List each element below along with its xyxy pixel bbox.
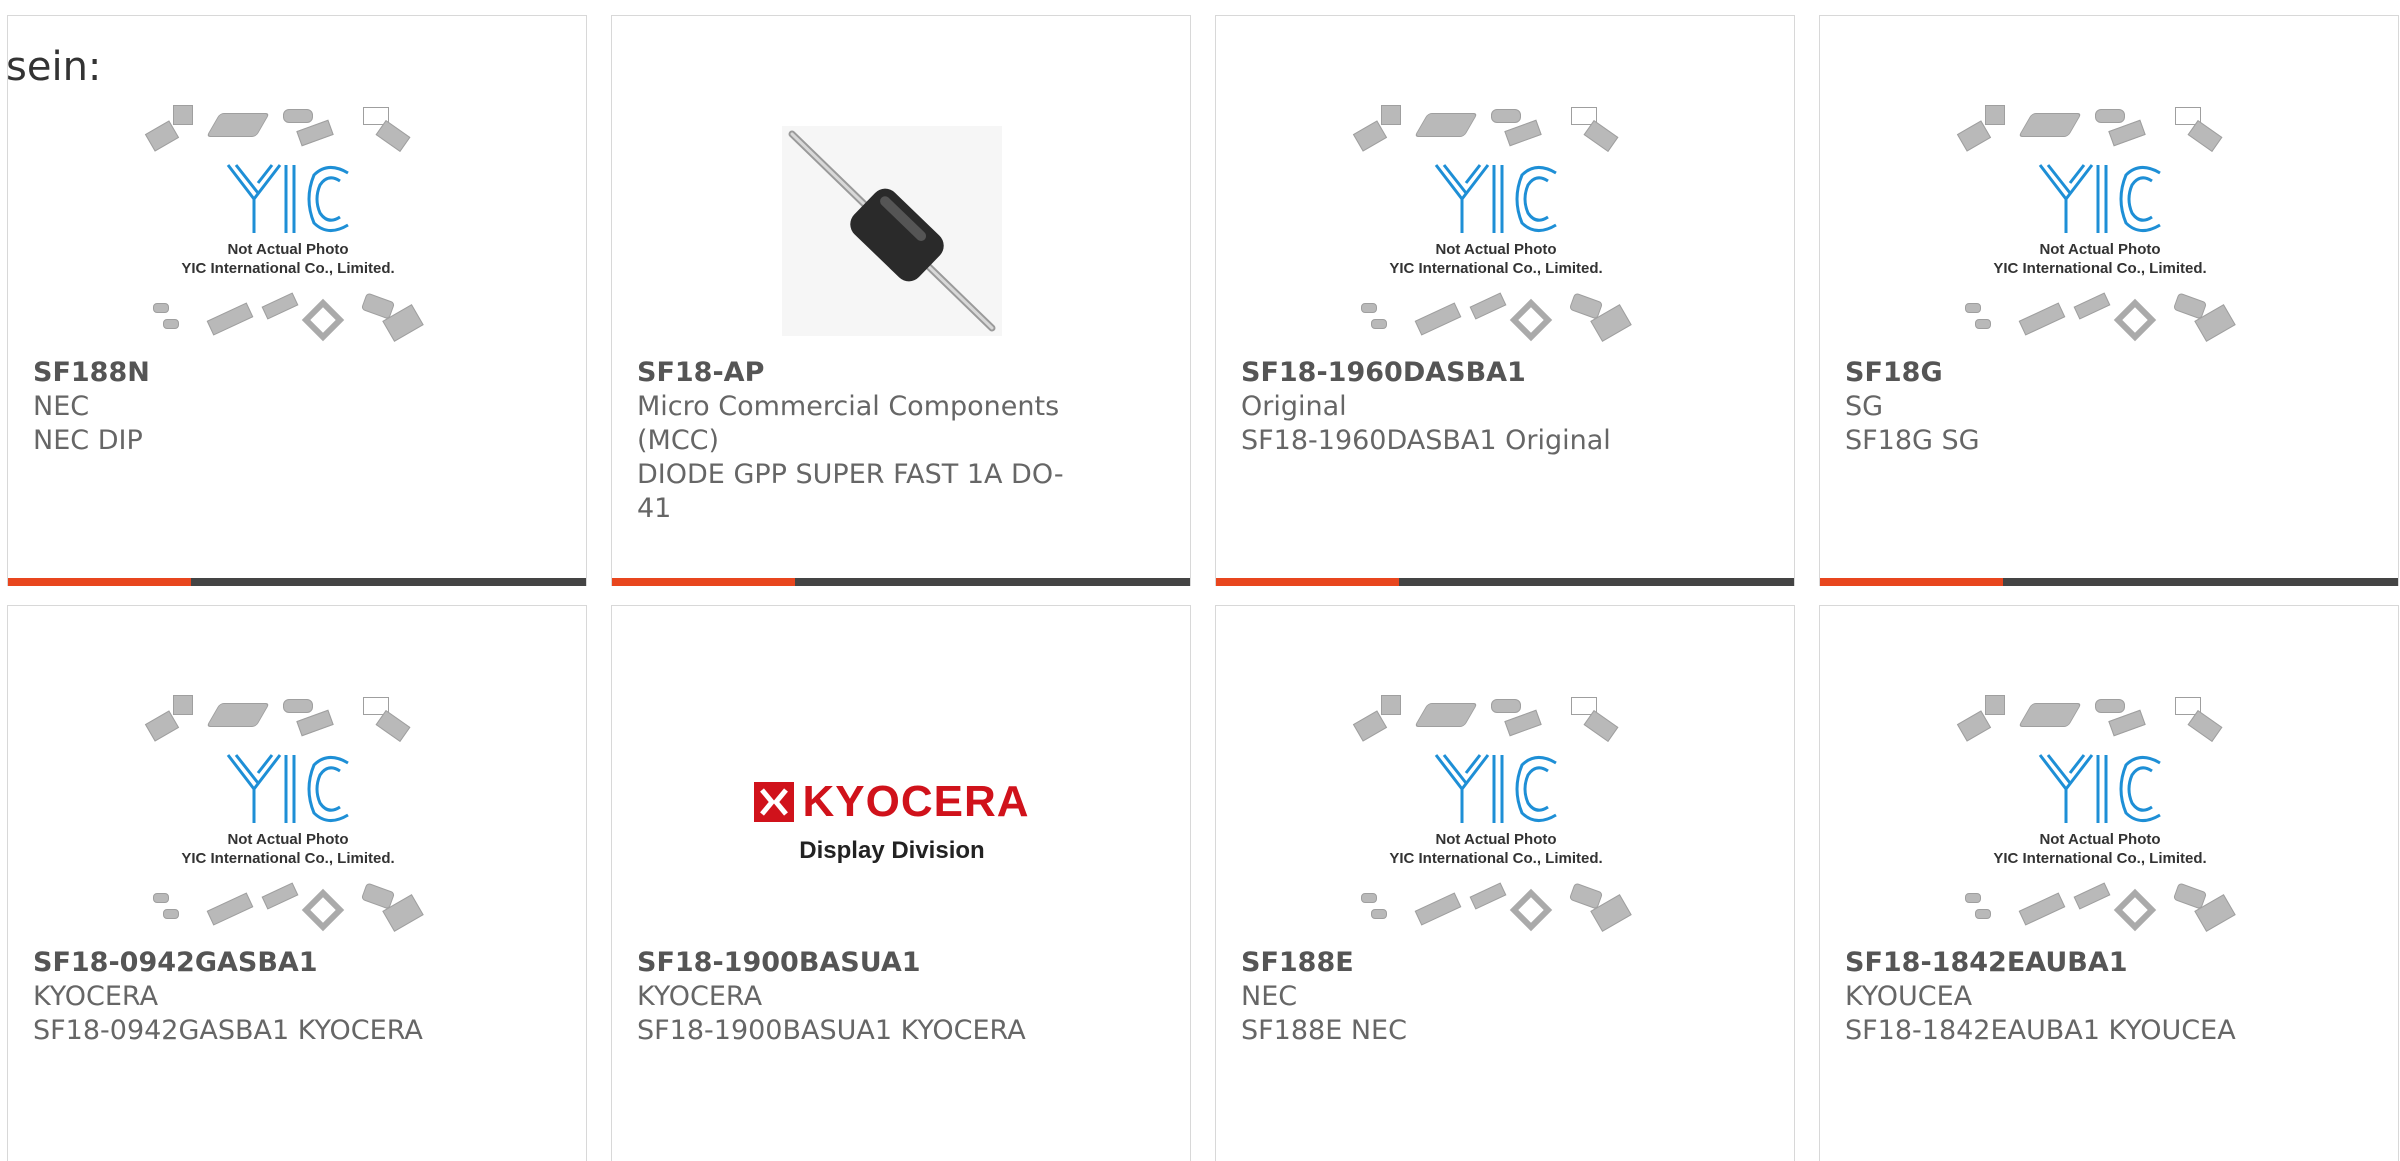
product-meta: SF18-1842EAUBA1 KYOUCEA SF18-1842EAUBA1 …	[1845, 946, 2285, 1048]
manufacturer: Micro Commercial Components (MCC)	[637, 391, 1060, 456]
card-bottom-bar	[1820, 578, 2398, 586]
card-bottom-bar	[612, 578, 1190, 586]
part-number[interactable]: SF188E	[1241, 946, 1681, 980]
product-image[interactable]: Not Actual Photo YIC International Co., …	[108, 86, 468, 376]
product-image[interactable]: Not Actual Photo YIC International Co., …	[1316, 676, 1676, 966]
product-image[interactable]: Not Actual Photo YIC International Co., …	[1920, 676, 2280, 966]
product-meta: SF18-AP Micro Commercial Components (MCC…	[637, 356, 1077, 526]
placeholder-line2: YIC International Co., Limited.	[1993, 260, 2207, 277]
yic-logo-icon	[226, 754, 349, 823]
kyocera-logo: KYOCERA Display Division	[754, 777, 1029, 865]
kyocera-mark-icon	[754, 782, 795, 822]
manufacturer: NEC	[1241, 981, 1298, 1012]
product-image[interactable]: Not Actual Photo YIC International Co., …	[1920, 86, 2280, 376]
product-meta: SF188N NEC NEC DIP	[33, 356, 473, 458]
product-image[interactable]: Not Actual Photo YIC International Co., …	[108, 676, 468, 966]
yic-placeholder-image: Not Actual Photo YIC International Co., …	[1950, 691, 2250, 951]
description: NEC DIP	[33, 425, 143, 456]
description: SF188E NEC	[1241, 1015, 1407, 1046]
manufacturer: KYOUCEA	[1845, 981, 1973, 1012]
placeholder-line2: YIC International Co., Limited.	[1389, 260, 1603, 277]
product-image[interactable]: Not Actual Photo YIC International Co., …	[1316, 86, 1676, 376]
yic-logo-icon	[226, 164, 349, 233]
manufacturer: KYOCERA	[637, 981, 763, 1012]
product-card[interactable]: Not Actual Photo YIC International Co., …	[7, 15, 587, 586]
product-meta: SF18-1960DASBA1 Original SF18-1960DASBA1…	[1241, 356, 1681, 458]
yic-placeholder-image: Not Actual Photo YIC International Co., …	[138, 101, 438, 361]
yic-placeholder-image: Not Actual Photo YIC International Co., …	[138, 691, 438, 951]
manufacturer: NEC	[33, 391, 90, 422]
yic-placeholder-image: Not Actual Photo YIC International Co., …	[1346, 691, 1646, 951]
placeholder-line2: YIC International Co., Limited.	[1389, 850, 1603, 867]
description: SF18-1900BASUA1 KYOCERA	[637, 1015, 1026, 1046]
part-number[interactable]: SF18-1842EAUBA1	[1845, 946, 2285, 980]
manufacturer: Original	[1241, 391, 1347, 422]
product-card[interactable]: KYOCERA Display Division SF18-1900BASUA1…	[611, 605, 1191, 1161]
description: SF18-1842EAUBA1 KYOUCEA	[1845, 1015, 2236, 1046]
kyocera-division-text: Display Division	[799, 837, 985, 864]
placeholder-line2: YIC International Co., Limited.	[181, 850, 395, 867]
card-bottom-bar	[1216, 578, 1794, 586]
product-card[interactable]: Not Actual Photo YIC International Co., …	[1215, 605, 1795, 1161]
placeholder-line2: YIC International Co., Limited.	[1993, 850, 2207, 867]
product-card[interactable]: Not Actual Photo YIC International Co., …	[1819, 605, 2399, 1161]
description: DIODE GPP SUPER FAST 1A DO-41	[637, 459, 1064, 524]
yic-logo-icon	[2038, 754, 2161, 823]
product-image[interactable]: KYOCERA Display Division	[712, 676, 1072, 966]
product-card[interactable]: Not Actual Photo YIC International Co., …	[7, 605, 587, 1161]
product-meta: SF188E NEC SF188E NEC	[1241, 946, 1681, 1048]
product-image[interactable]	[712, 86, 1072, 376]
part-number[interactable]: SF18G	[1845, 356, 2285, 390]
placeholder-line1: Not Actual Photo	[2039, 831, 2161, 848]
manufacturer: SG	[1845, 391, 1884, 422]
placeholder-line2: YIC International Co., Limited.	[181, 260, 395, 277]
placeholder-line1: Not Actual Photo	[227, 241, 349, 258]
placeholder-line1: Not Actual Photo	[1435, 831, 1557, 848]
yic-placeholder-image: Not Actual Photo YIC International Co., …	[1950, 101, 2250, 361]
diode-photo-icon	[782, 126, 1002, 336]
placeholder-line1: Not Actual Photo	[2039, 241, 2161, 258]
yic-logo-icon	[1434, 164, 1557, 233]
yic-placeholder-image: Not Actual Photo YIC International Co., …	[1346, 101, 1646, 361]
product-grid-page: sein: Not Actual Photo YIC International…	[0, 0, 2400, 1161]
yic-logo-icon	[1434, 754, 1557, 823]
product-card[interactable]: Not Actual Photo YIC International Co., …	[1215, 15, 1795, 586]
card-bottom-bar	[8, 578, 586, 586]
description: SF18-0942GASBA1 KYOCERA	[33, 1015, 423, 1046]
placeholder-line1: Not Actual Photo	[1435, 241, 1557, 258]
product-card[interactable]: Not Actual Photo YIC International Co., …	[1819, 15, 2399, 586]
part-number[interactable]: SF18-1900BASUA1	[637, 946, 1077, 980]
part-number[interactable]: SF18-0942GASBA1	[33, 946, 473, 980]
part-number[interactable]: SF18-AP	[637, 356, 1077, 390]
description: SF18G SG	[1845, 425, 1980, 456]
manufacturer: KYOCERA	[33, 981, 159, 1012]
description: SF18-1960DASBA1 Original	[1241, 425, 1611, 456]
yic-logo-icon	[2038, 164, 2161, 233]
intro-text: sein:	[6, 44, 102, 90]
product-card[interactable]: SF18-AP Micro Commercial Components (MCC…	[611, 15, 1191, 586]
placeholder-line1: Not Actual Photo	[227, 831, 349, 848]
part-number[interactable]: SF188N	[33, 356, 473, 390]
product-meta: SF18G SG SF18G SG	[1845, 356, 2285, 458]
product-meta: SF18-0942GASBA1 KYOCERA SF18-0942GASBA1 …	[33, 946, 473, 1048]
part-number[interactable]: SF18-1960DASBA1	[1241, 356, 1681, 390]
kyocera-brand-text: KYOCERA	[802, 777, 1030, 826]
product-meta: SF18-1900BASUA1 KYOCERA SF18-1900BASUA1 …	[637, 946, 1077, 1048]
